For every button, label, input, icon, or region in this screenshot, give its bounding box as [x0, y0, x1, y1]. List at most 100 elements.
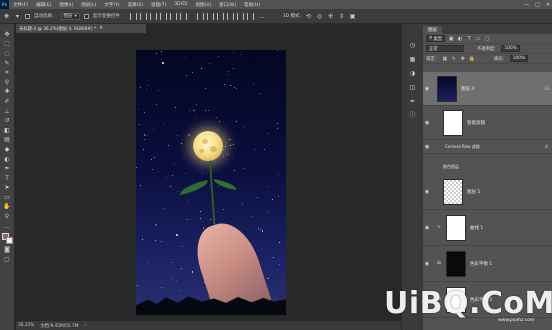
filter-type-icon[interactable]: T [466, 36, 472, 42]
eyedropper-tool-icon[interactable]: ⚲ [3, 78, 12, 87]
slide-3d-icon[interactable]: ⇕ [338, 13, 345, 20]
filter-kind-dropdown[interactable]: ⚲ 类型 [426, 35, 446, 42]
history-panel-icon[interactable]: ◷ [409, 42, 417, 50]
visibility-eye-icon[interactable]: ◉ [423, 225, 431, 231]
layer-row[interactable]: ◉ ∿ 曲线 1 [423, 210, 552, 246]
align-center-icon[interactable] [169, 12, 177, 20]
paths-panel-icon[interactable]: ✒ [409, 98, 417, 106]
blur-tool-icon[interactable]: ◆ [3, 145, 12, 154]
hand-tool-icon[interactable]: ✋ [3, 203, 12, 212]
adjustments-panel-icon[interactable]: ◑ [409, 70, 417, 78]
align-bottom-icon[interactable] [149, 12, 157, 20]
filter-shape-icon[interactable]: ▭ [475, 36, 481, 42]
zoom-tool-icon[interactable]: ⚲ [3, 212, 12, 221]
chevron-down-icon[interactable]: ▾ [14, 13, 21, 20]
distribute-bottom-icon[interactable] [216, 12, 224, 20]
type-tool-icon[interactable]: T [3, 174, 12, 183]
auto-select-checkbox[interactable] [25, 13, 30, 19]
visibility-eye-icon[interactable]: ◉ [423, 261, 431, 267]
lasso-tool-icon[interactable]: ◌ [3, 49, 12, 58]
lock-transparent-icon[interactable]: ▦ [442, 56, 448, 62]
layer-row[interactable]: ◉ 图层 5 [423, 174, 552, 210]
move-tool-icon[interactable]: ✥ [3, 13, 10, 20]
align-right-icon[interactable] [179, 12, 187, 20]
pen-tool-icon[interactable]: ✒ [3, 164, 12, 173]
distribute-middle-icon[interactable] [206, 12, 214, 20]
path-select-tool-icon[interactable]: ➤ [3, 184, 12, 193]
document-canvas[interactable] [136, 50, 286, 315]
lock-all-icon[interactable]: 🔒 [469, 56, 475, 62]
fill-input[interactable]: 100% [509, 55, 529, 62]
menu-layer[interactable]: 图层(L) [77, 2, 100, 8]
minimize-icon[interactable]: — [524, 2, 529, 8]
menu-file[interactable]: 文件(F) [9, 2, 32, 8]
visibility-eye-icon[interactable]: ◉ [423, 86, 431, 92]
menu-type[interactable]: 文字(Y) [100, 2, 123, 8]
brush-tool-icon[interactable]: ✐ [3, 97, 12, 106]
lock-pixels-icon[interactable]: ✎ [451, 56, 457, 62]
channels-panel-icon[interactable]: ◫ [409, 84, 417, 92]
gradient-tool-icon[interactable]: ▤ [3, 136, 12, 145]
more-tools-icon[interactable]: … [3, 222, 12, 231]
filter-options-icon[interactable]: ⚟ [545, 144, 549, 150]
menu-help[interactable]: 帮助(H) [240, 2, 264, 8]
color-swatches[interactable] [1, 233, 13, 245]
menu-image[interactable]: 图像(I) [55, 2, 77, 8]
visibility-eye-icon[interactable]: ◉ [423, 189, 431, 195]
opacity-input[interactable]: 100% [501, 45, 520, 52]
filter-pixel-icon[interactable]: ▣ [448, 36, 454, 42]
rotate-3d-icon[interactable]: ⟲ [305, 13, 312, 20]
menu-3d[interactable]: 3D(D) [170, 2, 191, 7]
filter-adjustment-icon[interactable]: ◐ [457, 36, 463, 42]
align-left-icon[interactable] [159, 12, 167, 20]
align-middle-icon[interactable] [139, 12, 147, 20]
auto-select-dropdown[interactable]: 图层 ▾ [60, 12, 80, 20]
screen-mode-icon[interactable]: ▢ [3, 255, 12, 264]
marquee-tool-icon[interactable]: ⬚ [3, 40, 12, 49]
document-tab[interactable]: 未标题-2 @ 36.2%(图层 4, RGB/8#) * ✕ [16, 24, 146, 33]
scale-3d-icon[interactable]: ▣ [349, 13, 356, 20]
maximize-icon[interactable]: □ [535, 2, 540, 8]
eraser-tool-icon[interactable]: ◧ [3, 126, 12, 135]
menu-edit[interactable]: 编辑(E) [32, 2, 55, 8]
blend-mode-dropdown[interactable]: 正常 [426, 45, 464, 52]
filter-entry-row[interactable]: ◉ Camera Raw 滤镜 ⚟ [423, 140, 552, 154]
dodge-tool-icon[interactable]: ◐ [3, 155, 12, 164]
align-top-icon[interactable] [129, 12, 137, 20]
menu-view[interactable]: 视图(V) [192, 2, 216, 8]
pan-3d-icon[interactable]: ✣ [327, 13, 334, 20]
more-options-icon[interactable]: … [258, 13, 265, 20]
properties-panel-icon[interactable]: ▦ [409, 56, 417, 64]
quick-mask-icon[interactable]: ◙ [3, 245, 12, 254]
filter-smart-icon[interactable]: ▢ [484, 36, 490, 42]
zoom-level[interactable]: 36.22% [18, 323, 34, 328]
clone-stamp-tool-icon[interactable]: ⊥ [3, 107, 12, 116]
shape-tool-icon[interactable]: ▭ [3, 193, 12, 202]
distribute-right-icon[interactable] [246, 12, 254, 20]
crop-tool-icon[interactable]: ⌗ [3, 68, 12, 77]
show-transform-checkbox[interactable] [83, 13, 89, 19]
healing-brush-tool-icon[interactable]: ✚ [3, 88, 12, 97]
close-tab-icon[interactable]: ✕ [99, 26, 103, 31]
layer-row[interactable]: ◉ ⚖ 色彩平衡 1 [423, 246, 552, 282]
layer-row[interactable]: ◉ 图层 4 ⊡ [423, 72, 552, 106]
roll-3d-icon[interactable]: ◎ [316, 13, 323, 20]
menu-filter[interactable]: 滤镜(T) [147, 2, 170, 8]
visibility-eye-icon[interactable]: ◉ [423, 120, 431, 126]
info-panel-icon[interactable]: ⓘ [409, 112, 417, 120]
distribute-top-icon[interactable] [196, 12, 204, 20]
distribute-center-icon[interactable] [236, 12, 244, 20]
move-tool-icon[interactable]: ✥ [3, 30, 12, 39]
distribute-left-icon[interactable] [226, 12, 234, 20]
quick-select-tool-icon[interactable]: ✎ [3, 59, 12, 68]
menu-window[interactable]: 窗口(W) [215, 2, 240, 8]
history-brush-tool-icon[interactable]: ↺ [3, 116, 12, 125]
background-color-swatch[interactable] [5, 237, 13, 245]
menu-select[interactable]: 选择(S) [124, 2, 147, 8]
smart-filter-row[interactable]: ◉ 智能滤镜 [423, 106, 552, 140]
visibility-eye-icon[interactable]: ◉ [423, 144, 431, 150]
close-icon[interactable]: ✕ [546, 2, 550, 8]
lock-position-icon[interactable]: ✥ [460, 56, 466, 62]
tab-layers[interactable]: 图层 [423, 26, 442, 34]
chevron-right-icon[interactable]: › [84, 323, 86, 328]
